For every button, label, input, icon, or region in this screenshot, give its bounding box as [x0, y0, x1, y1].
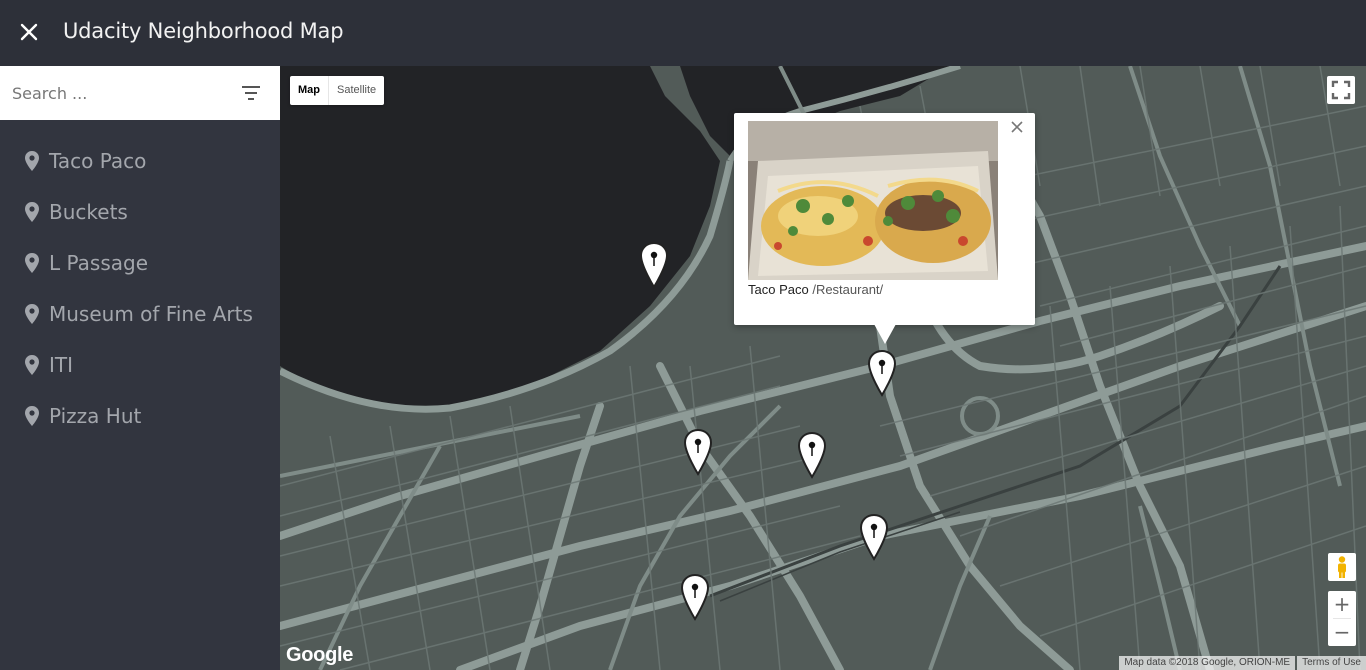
map-attribution: Map data ©2018 Google, ORION-ME Terms of…: [1119, 656, 1366, 670]
zoom-out-button[interactable]: −: [1328, 619, 1356, 646]
zoom-in-button[interactable]: +: [1328, 591, 1356, 618]
location-pin-icon: [25, 406, 39, 426]
list-item-label: ITI: [49, 353, 74, 377]
close-icon: [1011, 121, 1023, 133]
place-photo: [748, 121, 998, 280]
info-window-tail: [874, 324, 896, 344]
info-window-place-name: Taco Paco: [748, 282, 809, 297]
app-header: Udacity Neighborhood Map: [0, 0, 1366, 66]
list-item[interactable]: Museum of Fine Arts: [0, 299, 280, 350]
location-pin-icon: [25, 355, 39, 375]
map-type-control: Map Satellite: [290, 76, 385, 105]
map-marker[interactable]: [639, 241, 669, 289]
list-item-label: L Passage: [49, 251, 149, 275]
map-marker[interactable]: [867, 349, 897, 397]
list-item-label: Pizza Hut: [49, 404, 142, 428]
list-item[interactable]: ITI: [0, 350, 280, 401]
list-item[interactable]: Buckets: [0, 197, 280, 248]
filter-button[interactable]: [240, 82, 264, 104]
street-view-button[interactable]: [1328, 553, 1356, 581]
list-item[interactable]: Pizza Hut: [0, 401, 280, 452]
info-window: Taco Paco /Restaurant/: [734, 113, 1035, 344]
list-item-label: Buckets: [49, 200, 128, 224]
list-item-label: Museum of Fine Arts: [49, 302, 253, 326]
search-bar: [0, 66, 280, 120]
search-input[interactable]: [0, 66, 228, 120]
zoom-control: + −: [1328, 591, 1356, 646]
sidebar: Taco Paco Buckets L Passage Museum of Fi…: [0, 66, 280, 670]
place-list: Taco Paco Buckets L Passage Museum of Fi…: [0, 146, 280, 452]
map-canvas[interactable]: Map Satellite Taco Paco /Restaurant/ + −…: [280, 66, 1366, 670]
fullscreen-button[interactable]: [1327, 76, 1355, 104]
map-marker[interactable]: [797, 431, 827, 479]
info-window-caption: Taco Paco /Restaurant/: [748, 282, 883, 297]
app-title: Udacity Neighborhood Map: [63, 19, 344, 43]
map-data-attribution: Map data ©2018 Google, ORION-ME: [1119, 656, 1296, 670]
list-item-label: Taco Paco: [49, 149, 147, 173]
pegman-icon: [1338, 556, 1346, 578]
close-icon: [20, 23, 38, 41]
google-logo: Google: [286, 644, 354, 666]
map-marker[interactable]: [859, 513, 889, 561]
map-type-satellite-button[interactable]: Satellite: [329, 76, 384, 105]
location-pin-icon: [25, 202, 39, 222]
list-item[interactable]: Taco Paco: [0, 146, 280, 197]
map-type-map-button[interactable]: Map: [290, 76, 329, 105]
info-window-place-type: /Restaurant/: [812, 282, 884, 297]
location-pin-icon: [25, 151, 39, 171]
filter-icon: [242, 86, 260, 100]
location-pin-icon: [25, 253, 39, 273]
list-item[interactable]: L Passage: [0, 248, 280, 299]
info-window-close-button[interactable]: [1008, 118, 1026, 136]
map-marker[interactable]: [683, 428, 713, 476]
location-pin-icon: [25, 304, 39, 324]
terms-of-use-link[interactable]: Terms of Use: [1297, 656, 1366, 670]
fullscreen-icon: [1331, 80, 1351, 100]
close-sidebar-button[interactable]: [14, 17, 44, 47]
map-marker[interactable]: [680, 573, 710, 621]
